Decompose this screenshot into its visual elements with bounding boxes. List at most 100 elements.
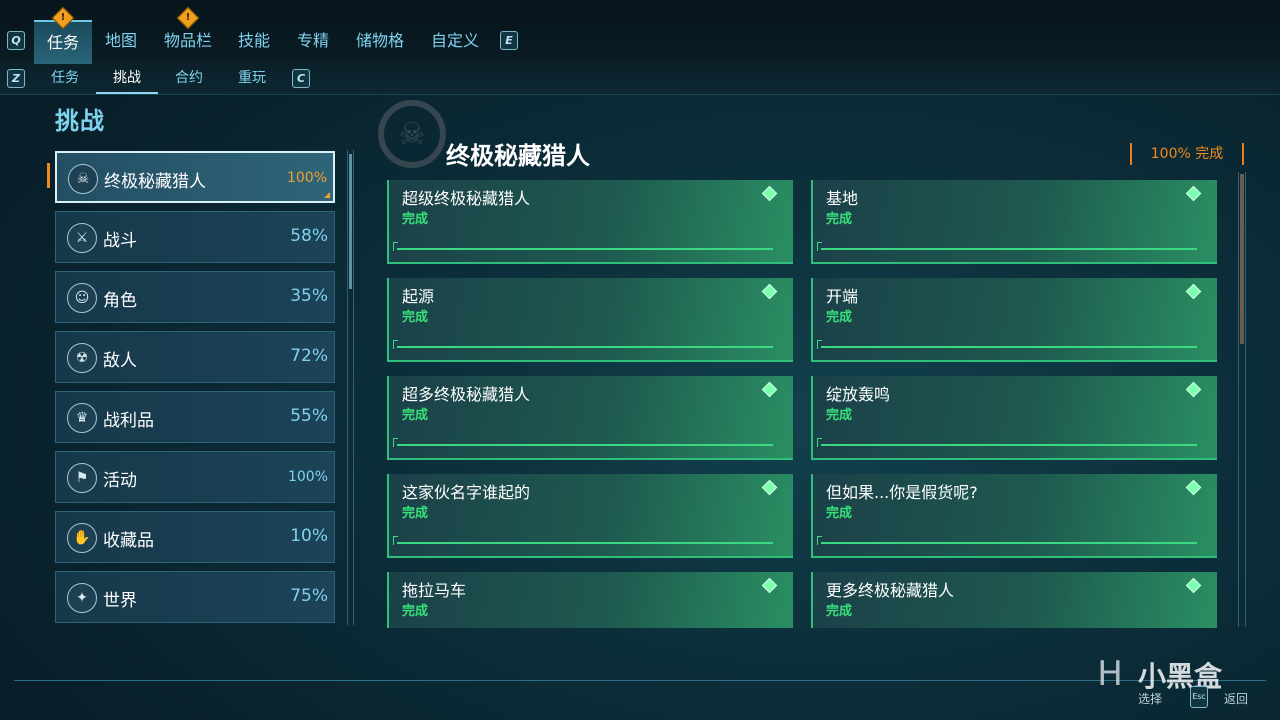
challenge-progress-bar [397,542,773,544]
vault-hunter-icon: ☠ [68,164,98,194]
challenge-card[interactable]: 更多终极秘藏猎人 完成 [811,572,1217,628]
category-percent: 55% [290,406,328,426]
prev-tab-key[interactable]: Q [7,31,25,50]
challenge-title: 开端 [826,287,859,306]
category-character[interactable]: ☺ 角色 35% [55,271,335,323]
challenge-progress-bar [821,346,1197,348]
diamond-icon [761,479,778,496]
subtab-challenges[interactable]: 挑战 [96,62,158,94]
category-percent: 10% [290,526,328,546]
category-name: 活动 [103,471,137,491]
challenge-card[interactable]: 超级终极秘藏猎人 完成 [387,180,793,264]
challenge-progress-bar [821,444,1197,446]
challenge-progress-bar [397,248,773,250]
diamond-icon [761,283,778,300]
challenge-card[interactable]: 但如果...你是假货呢? 完成 [811,474,1217,558]
tab-specialization[interactable]: 专精 [292,20,334,62]
challenge-status: 完成 [826,506,853,521]
subtab-contracts[interactable]: 合约 [168,62,210,94]
challenge-progress-bar [821,542,1197,544]
world-icon: ✦ [67,583,97,613]
category-percent: 35% [290,286,328,306]
challenge-title: 更多终极秘藏猎人 [826,581,955,600]
challenge-title: 起源 [402,287,435,306]
loot-icon: ♛ [67,403,97,433]
tab-map[interactable]: 地图 [100,20,142,62]
category-name: 收藏品 [103,531,154,551]
selection-marker [47,163,50,188]
challenge-status: 完成 [402,212,429,227]
category-name: 战斗 [103,231,137,251]
challenge-status: 完成 [402,506,429,521]
challenge-status: 完成 [402,408,429,423]
category-percent: 75% [290,586,328,606]
challenge-status: 完成 [826,604,853,619]
diamond-icon [1185,577,1202,594]
brand-watermark: 小黑盒 [1138,660,1223,693]
collectible-icon: ✋ [67,523,97,553]
challenge-list-scrollbar[interactable] [1238,172,1246,627]
heybox-logo-icon: H [1097,654,1123,694]
category-world[interactable]: ✦ 世界 75% [55,571,335,623]
diamond-icon [761,577,778,594]
category-combat[interactable]: ⚔ 战斗 58% [55,211,335,263]
challenge-title: 这家伙名字谁起的 [402,483,531,502]
next-tab-key[interactable]: E [500,31,518,50]
category-enemies[interactable]: ☢ 敌人 72% [55,331,335,383]
tab-storage[interactable]: 储物格 [350,20,410,62]
category-collectibles[interactable]: ✋ 收藏品 10% [55,511,335,563]
activity-icon: ⚑ [67,463,97,493]
challenge-card[interactable]: 超多终极秘藏猎人 完成 [387,376,793,460]
challenge-status: 完成 [402,310,429,325]
footer-divider [14,680,1266,681]
gun-icon: ⚔ [67,223,97,253]
category-list-scrollbar[interactable] [347,150,354,625]
category-name: 战利品 [103,411,154,431]
category-percent: 100% [286,170,327,186]
challenge-status: 完成 [826,310,853,325]
subtab-replay[interactable]: 重玩 [230,62,274,94]
challenge-card[interactable]: 绽放轰鸣 完成 [811,376,1217,460]
detail-title: 终极秘藏猎人 [446,142,590,170]
challenge-status: 完成 [826,212,853,227]
prev-subtab-key[interactable]: Z [7,69,25,88]
diamond-icon [761,381,778,398]
challenge-card[interactable]: 拖拉马车 完成 [387,572,793,628]
category-name: 角色 [103,291,137,311]
category-loot[interactable]: ♛ 战利品 55% [55,391,335,443]
challenge-status: 完成 [402,604,429,619]
completion-progress: 100% 完成 [1130,143,1244,165]
vault-hunter-emblem-icon: ☠ [378,100,446,168]
scrollbar-thumb[interactable] [1240,174,1244,344]
challenge-title: 绽放轰鸣 [826,385,891,404]
category-activities[interactable]: ⚑ 活动 100% [55,451,335,503]
subtab-missions[interactable]: 任务 [44,62,86,94]
tab-customize[interactable]: 自定义 [425,20,485,62]
challenge-progress-bar [397,444,773,446]
challenge-title: 基地 [826,189,859,208]
challenge-card[interactable]: 基地 完成 [811,180,1217,264]
selected-corner-mark [324,192,330,198]
challenge-title: 但如果...你是假货呢? [826,483,978,502]
select-hint[interactable]: 选择 [1138,690,1162,707]
category-percent: 100% [287,469,328,485]
diamond-icon [1185,479,1202,496]
next-subtab-key[interactable]: C [292,69,310,88]
category-name: 敌人 [103,351,137,371]
diamond-icon [1185,283,1202,300]
challenge-card[interactable]: 开端 完成 [811,278,1217,362]
category-name: 终极秘藏猎人 [104,172,206,192]
category-ultimate-vault-hunter[interactable]: ☠ 终极秘藏猎人 100% [55,151,335,203]
diamond-icon [1185,185,1202,202]
challenge-status: 完成 [826,408,853,423]
challenge-card[interactable]: 这家伙名字谁起的 完成 [387,474,793,558]
category-percent: 58% [290,226,328,246]
back-hint[interactable]: 返回 [1224,690,1248,707]
section-title: 挑战 [55,107,105,135]
esc-key-icon: Esc [1190,686,1208,708]
tab-skills[interactable]: 技能 [233,20,275,62]
challenge-card[interactable]: 起源 完成 [387,278,793,362]
diamond-icon [1185,381,1202,398]
scrollbar-thumb[interactable] [349,154,352,289]
category-name: 世界 [103,591,137,611]
